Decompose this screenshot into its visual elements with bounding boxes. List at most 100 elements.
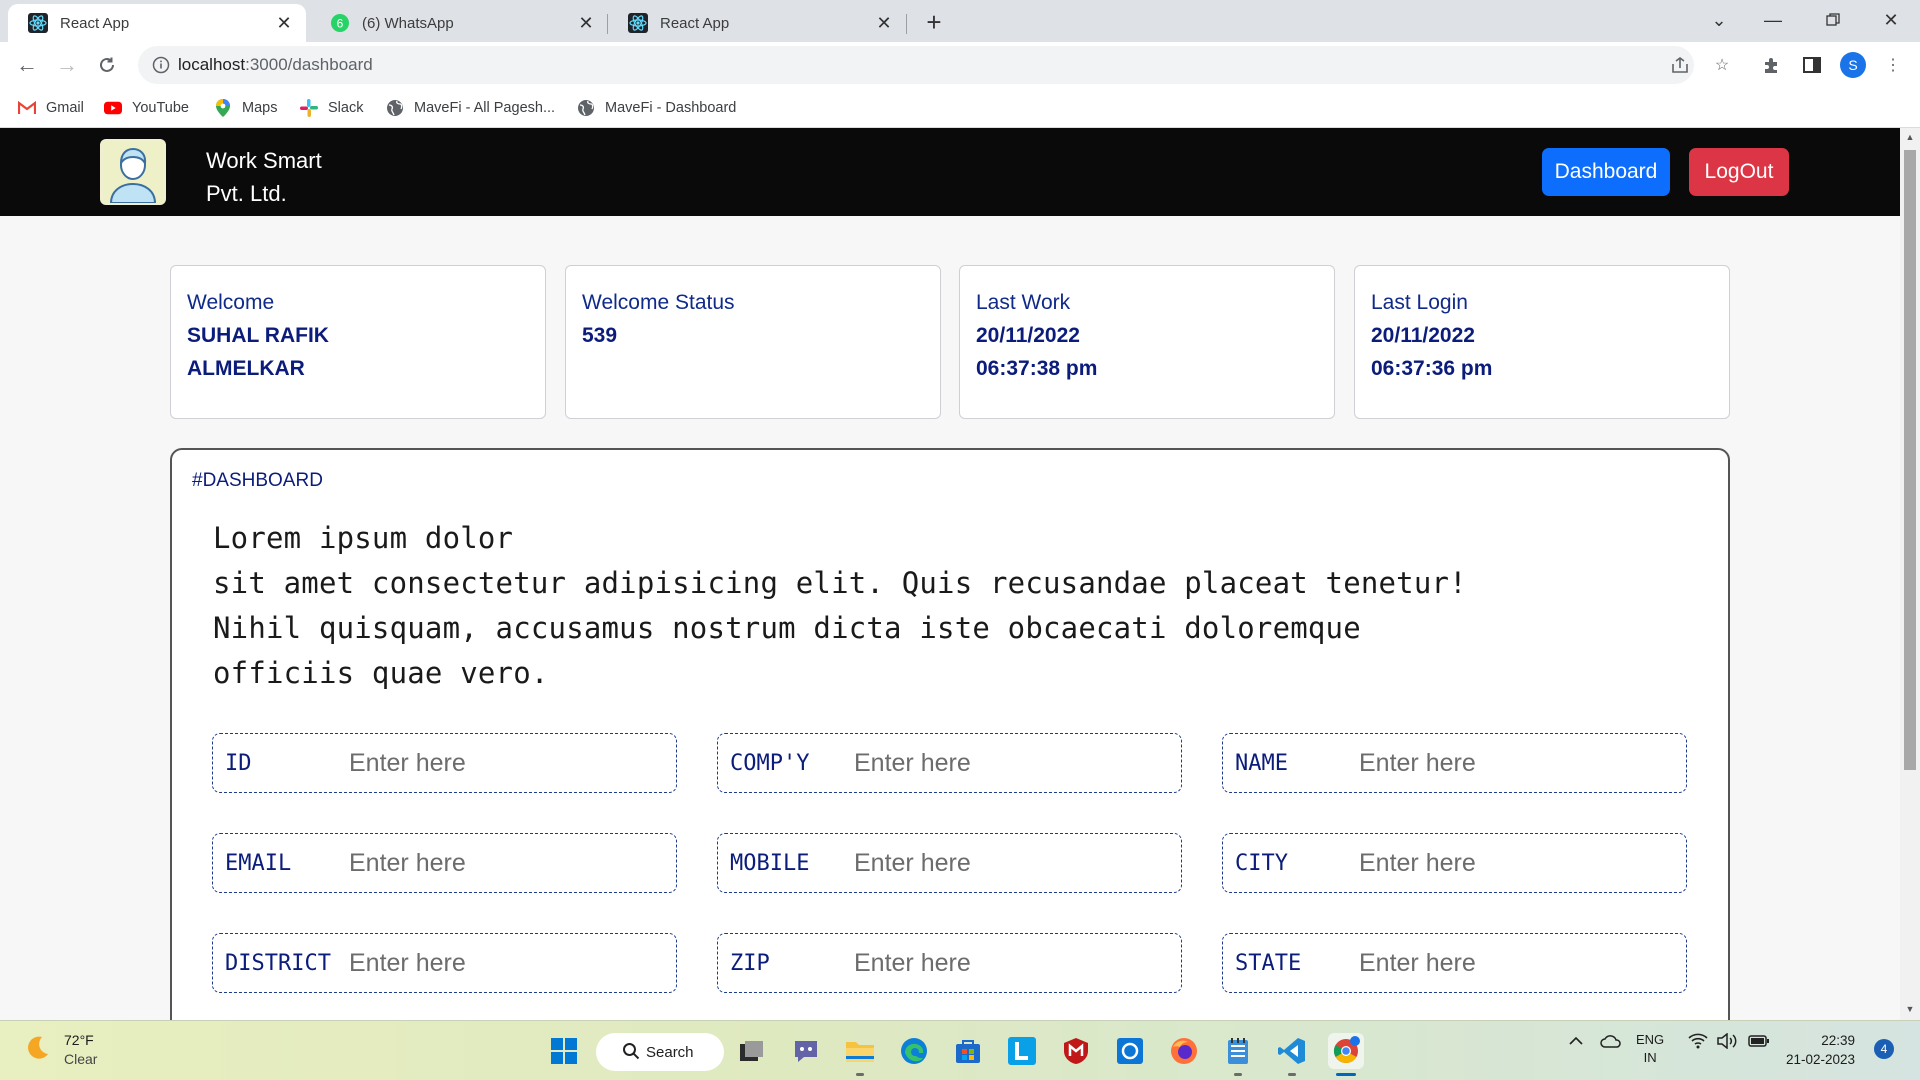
vscode-icon[interactable] [1274,1033,1310,1069]
globe-icon [577,99,595,117]
notification-count-badge[interactable]: 4 [1874,1039,1894,1059]
firefox-icon[interactable] [1166,1033,1202,1069]
teams-chat-icon[interactable] [788,1033,824,1069]
bookmark-youtube[interactable]: YouTube [104,96,189,120]
edge-browser-icon[interactable] [896,1033,932,1069]
taskbar-search-box[interactable]: Search [596,1033,724,1071]
tab-react-app[interactable]: React App ✕ [608,4,906,42]
zip-input[interactable] [854,948,1181,978]
weather-widget[interactable]: 72°F Clear [22,1031,97,1069]
windows-taskbar: 72°F Clear Search ENG IN 22:39 21-02-202… [0,1020,1920,1080]
restore-icon[interactable] [1808,0,1858,40]
field-label: COMP'Y [730,750,810,776]
site-info-icon[interactable] [152,56,170,79]
microsoft-store-icon[interactable] [950,1033,986,1069]
notepad-icon[interactable] [1220,1033,1256,1069]
task-view-icon[interactable] [734,1033,770,1069]
mobile-field: MOBILE [717,833,1182,893]
name-field: NAME [1222,733,1687,793]
card-label: Welcome Status [582,291,735,314]
bookmark-maps[interactable]: Maps [214,96,277,120]
whatsapp-icon: 6 [330,13,350,33]
globe-icon [386,99,404,117]
scroll-down-arrow-icon[interactable]: ▼ [1904,1004,1916,1016]
search-label: Search [646,1043,694,1061]
field-label: NAME [1235,750,1288,776]
close-tab-icon[interactable]: ✕ [576,13,596,33]
share-icon[interactable] [1668,54,1692,76]
address-bar[interactable]: localhost:3000/dashboard [138,46,1694,84]
logout-button[interactable]: LogOut [1689,148,1789,196]
url-host: localhost [178,55,246,74]
chrome-icon[interactable] [1328,1033,1364,1069]
bookmark-gmail[interactable]: Gmail [18,96,84,120]
onedrive-cloud-icon[interactable] [1600,1033,1622,1052]
tab-whatsapp[interactable]: 6 (6) WhatsApp ✕ [310,4,608,42]
input-language-indicator[interactable]: ENG IN [1636,1031,1664,1067]
active-app-indicator [1336,1073,1356,1076]
tab-react-app-active[interactable]: React App ✕ [8,4,306,42]
mcafee-icon[interactable] [1058,1033,1094,1069]
app-navbar: Work Smart Pvt. Ltd. Dashboard LogOut [0,128,1900,216]
company-input[interactable] [854,748,1181,778]
page-scrollbar[interactable]: ▲ ▼ [1900,128,1920,1020]
browser-tab-strip: React App ✕ 6 (6) WhatsApp ✕ React App ✕… [0,0,1920,42]
field-label: ID [225,750,252,776]
welcome-status-value: 539 [582,324,618,347]
dashboard-button[interactable]: Dashboard [1542,148,1670,196]
bookmark-label: MaveFi - Dashboard [605,100,737,116]
id-input[interactable] [349,748,676,778]
weather-temperature: 72°F [64,1032,94,1048]
profile-avatar[interactable]: S [1840,52,1866,78]
bookmark-slack[interactable]: Slack [300,96,363,120]
tab-search-chevron-icon[interactable]: ⌄ [1694,0,1744,40]
scrollbar-thumb[interactable] [1904,150,1916,770]
volume-icon[interactable] [1716,1032,1738,1052]
last-login-timestamp: 20/11/2022 06:37:36 pm [1371,324,1493,380]
close-tab-icon[interactable]: ✕ [274,13,294,33]
company-name-line2: Pvt. Ltd. [206,181,287,206]
region-code: IN [1643,1050,1657,1065]
bookmark-mavefi-all-pages[interactable]: MaveFi - All Pagesh... [386,96,555,120]
card-label: Welcome [187,291,275,314]
minimize-icon[interactable]: — [1748,0,1798,40]
field-label: EMAIL [225,850,292,876]
battery-icon[interactable] [1748,1033,1770,1052]
l-app-icon[interactable] [1004,1033,1040,1069]
city-input[interactable] [1359,848,1686,878]
mobile-input[interactable] [854,848,1181,878]
gmail-icon [18,99,36,117]
show-hidden-icons-chevron-icon[interactable] [1568,1033,1584,1052]
name-input[interactable] [1359,748,1686,778]
scroll-up-arrow-icon[interactable]: ▲ [1904,132,1916,144]
system-clock[interactable]: 22:39 21-02-2023 [1786,1031,1855,1069]
forward-arrow-icon[interactable]: → [52,50,82,80]
reload-icon[interactable] [92,50,122,80]
extensions-puzzle-icon[interactable] [1759,52,1785,78]
new-tab-plus-icon[interactable]: + [918,7,950,37]
district-input[interactable] [349,948,676,978]
tab-divider [906,14,907,34]
state-input[interactable] [1359,948,1686,978]
bookmark-label: Slack [328,100,364,116]
file-explorer-icon[interactable] [842,1033,878,1069]
windows-start-icon[interactable] [546,1033,582,1069]
card-label: Last Login [1371,291,1468,314]
wifi-icon[interactable] [1688,1033,1708,1052]
back-arrow-icon[interactable]: ← [12,50,42,80]
bookmark-star-icon[interactable]: ☆ [1710,54,1734,76]
cortana-icon[interactable] [1112,1033,1148,1069]
side-panel-icon[interactable] [1799,52,1825,78]
bookmark-label: MaveFi - All Pagesh... [414,100,556,116]
bookmarks-bar: Gmail YouTube Maps Slack MaveFi - All Pa… [0,88,1920,128]
chrome-menu-icon[interactable]: ⋮ [1880,52,1906,78]
svg-text:6: 6 [337,17,344,31]
welcome-card: Welcome SUHAL RAFIK ALMELKAR [170,265,546,419]
close-tab-icon[interactable]: ✕ [874,13,894,33]
company-logo[interactable] [100,139,166,205]
email-input[interactable] [349,848,676,878]
bookmark-label: Gmail [46,100,84,116]
close-window-icon[interactable]: ✕ [1866,0,1916,40]
bookmark-mavefi-dashboard[interactable]: MaveFi - Dashboard [577,96,736,120]
tab-title: React App [60,14,130,32]
